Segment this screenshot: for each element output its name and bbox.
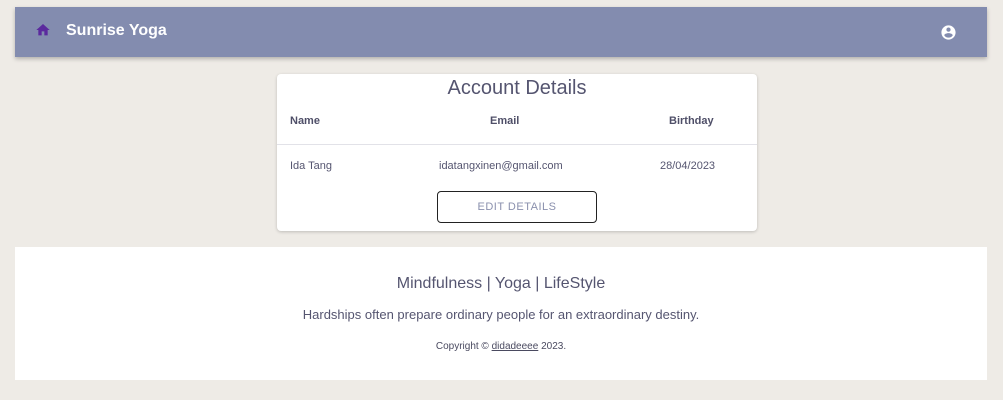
app-bar: Sunrise Yoga bbox=[15, 7, 987, 57]
account-details-card: Account Details Name Email Birthday Ida … bbox=[277, 74, 757, 231]
footer-copyright: Copyright © didadeeee 2023. bbox=[15, 341, 987, 352]
column-header-name: Name bbox=[290, 115, 320, 127]
brand-title[interactable]: Sunrise Yoga bbox=[66, 22, 167, 40]
footer-quote: Hardships often prepare ordinary people … bbox=[302, 307, 700, 322]
card-title: Account Details bbox=[447, 77, 587, 99]
edit-details-button[interactable]: EDIT DETAILS bbox=[437, 191, 597, 223]
home-icon[interactable] bbox=[35, 22, 51, 38]
cell-birthday: 28/04/2023 bbox=[660, 160, 716, 172]
column-header-email: Email bbox=[490, 115, 520, 127]
table-divider bbox=[277, 144, 757, 145]
footer: Mindfulness | Yoga | LifeStyle Hardships… bbox=[15, 247, 987, 380]
column-header-birthday: Birthday bbox=[669, 115, 714, 127]
account-circle-icon[interactable] bbox=[940, 24, 957, 41]
cell-email: idatangxinen@gmail.com bbox=[439, 160, 563, 172]
copyright-prefix: Copyright © bbox=[435, 341, 489, 352]
copyright-year: 2023. bbox=[541, 341, 567, 352]
footer-tagline: Mindfulness | Yoga | LifeStyle bbox=[396, 275, 606, 292]
cell-name: Ida Tang bbox=[290, 160, 333, 172]
copyright-author-link[interactable]: didadeeee bbox=[492, 341, 539, 352]
